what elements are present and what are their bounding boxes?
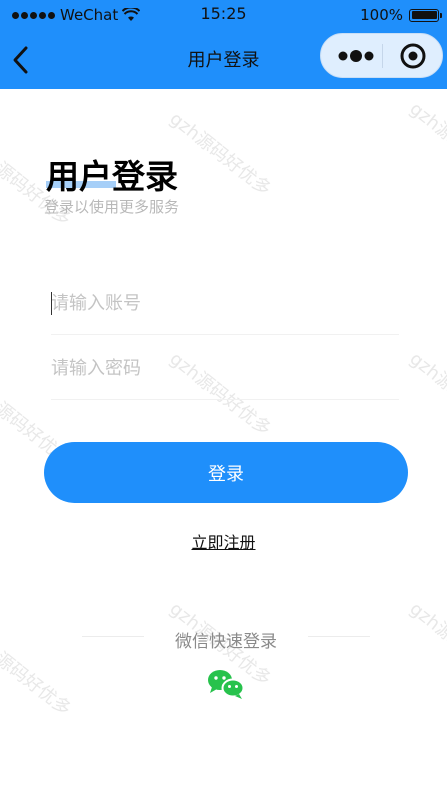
login-button[interactable]: 登录	[44, 442, 408, 503]
top-bar: WeChat 15:25 100% 用户登录	[0, 0, 447, 89]
text-cursor	[51, 292, 52, 315]
capsule-divider	[382, 44, 383, 68]
password-input[interactable]	[51, 346, 399, 390]
watermark: gzh源码好优多	[405, 348, 447, 441]
register-row: 立即注册	[0, 529, 447, 553]
close-miniprogram-button[interactable]	[393, 40, 433, 72]
page-subtitle: 登录以使用更多服务	[44, 198, 180, 216]
quick-login-label: 微信快速登录	[175, 632, 277, 652]
watermark: gzh源码好优多	[405, 98, 447, 191]
account-input[interactable]	[51, 281, 399, 325]
battery-status: 100%	[360, 6, 442, 24]
wechat-icon	[208, 670, 245, 699]
watermark: gzh源码好优多	[165, 108, 275, 201]
target-circle-icon	[400, 43, 426, 69]
capsule-menu	[320, 33, 443, 78]
more-button[interactable]	[333, 42, 379, 70]
more-dots-icon	[338, 50, 374, 62]
quick-login-line-right	[308, 636, 370, 637]
battery-icon	[409, 8, 442, 22]
password-divider	[51, 399, 399, 400]
wechat-login-button[interactable]	[206, 668, 246, 700]
battery-percent: 100%	[360, 6, 403, 24]
register-link[interactable]: 立即注册	[191, 533, 255, 552]
page-title: 用户登录	[46, 157, 178, 196]
status-bar: WeChat 15:25 100%	[0, 0, 447, 30]
account-divider	[51, 334, 399, 335]
